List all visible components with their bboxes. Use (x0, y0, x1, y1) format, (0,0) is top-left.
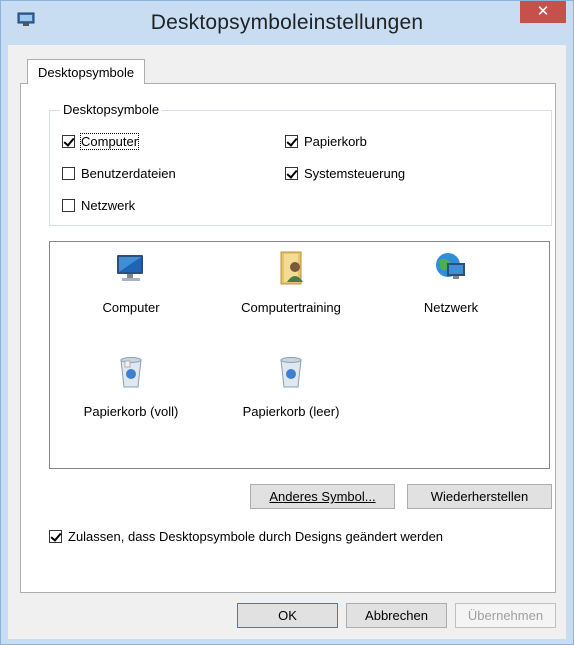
icon-label: Netzwerk (423, 300, 479, 315)
icon-item-papierkorb-leer[interactable]: Papierkorb (leer) (226, 354, 356, 419)
icon-label: Computer (102, 300, 160, 315)
user-folder-icon (280, 251, 303, 285)
change-icon-button-label: Anderes Symbol... (269, 489, 376, 504)
checkbox-papierkorb[interactable]: Papierkorb (285, 132, 367, 150)
restore-default-button[interactable]: Wiederherstellen (407, 484, 552, 509)
window-title: Desktopsymboleinstellungen (150, 11, 424, 34)
ok-button[interactable]: OK (237, 603, 338, 628)
desktop-icons-group: Desktopsymbole Computer Benutzerdateien … (49, 102, 552, 226)
checkbox-systemsteuerung[interactable]: Systemsteuerung (285, 164, 405, 182)
computer-icon (117, 255, 143, 281)
checkbox-netzwerk-box[interactable] (62, 198, 75, 212)
checkbox-allow-themes-box[interactable] (49, 529, 62, 543)
icon-label: Computertraining (241, 300, 341, 315)
cancel-button[interactable]: Abbrechen (346, 603, 447, 628)
checkbox-papierkorb-box[interactable] (285, 134, 298, 148)
icon-label: Papierkorb (voll) (83, 404, 179, 419)
icon-label: Papierkorb (leer) (242, 404, 340, 419)
close-icon: ✕ (536, 3, 550, 20)
apply-button[interactable]: Übernehmen (455, 603, 556, 628)
dialog-window: Desktopsymboleinstellungen ✕ Desktopsymb… (0, 0, 574, 645)
icon-item-computer[interactable]: Computer (66, 250, 196, 315)
checkbox-papierkorb-label[interactable]: Papierkorb (304, 134, 367, 149)
icon-item-computertraining[interactable]: Computertraining (226, 250, 356, 315)
checkbox-benutzerdateien-box[interactable] (62, 166, 75, 180)
checkbox-computer-label[interactable]: Computer (79, 132, 140, 150)
checkbox-benutzerdateien-label[interactable]: Benutzerdateien (81, 166, 176, 181)
change-icon-button[interactable]: Anderes Symbol... (250, 484, 395, 509)
network-icon (436, 253, 465, 279)
checkbox-netzwerk-label[interactable]: Netzwerk (81, 198, 135, 213)
close-button[interactable]: ✕ (520, 1, 566, 23)
checkbox-computer[interactable]: Computer (62, 132, 140, 150)
checkbox-systemsteuerung-label[interactable]: Systemsteuerung (304, 166, 405, 181)
checkbox-allow-themes[interactable]: Zulassen, dass Desktopsymbole durch Desi… (49, 527, 443, 545)
dialog-client-area: Desktopsymbole Desktopsymbole Computer B… (8, 45, 566, 639)
checkbox-benutzerdateien[interactable]: Benutzerdateien (62, 164, 176, 182)
icon-item-papierkorb-voll[interactable]: Papierkorb (voll) (66, 354, 196, 419)
icon-item-netzwerk[interactable]: Netzwerk (386, 250, 516, 315)
recycle-bin-empty-icon (280, 357, 302, 388)
tab-desktopsymbole[interactable]: Desktopsymbole (27, 59, 146, 84)
tab-panel: Desktopsymbole Computer Benutzerdateien … (20, 83, 556, 593)
title-bar[interactable]: Desktopsymboleinstellungen ✕ (1, 1, 573, 45)
icon-list[interactable]: Computer Computertraining Netzwerk Papie… (49, 241, 550, 469)
checkbox-computer-box[interactable] (62, 134, 75, 148)
restore-default-button-label: Wiederherstellen (430, 489, 529, 504)
recycle-bin-full-icon (120, 357, 142, 388)
checkbox-allow-themes-label[interactable]: Zulassen, dass Desktopsymbole durch Desi… (68, 529, 443, 544)
group-title: Desktopsymbole (60, 102, 163, 117)
checkbox-netzwerk[interactable]: Netzwerk (62, 196, 135, 214)
checkbox-systemsteuerung-box[interactable] (285, 166, 298, 180)
